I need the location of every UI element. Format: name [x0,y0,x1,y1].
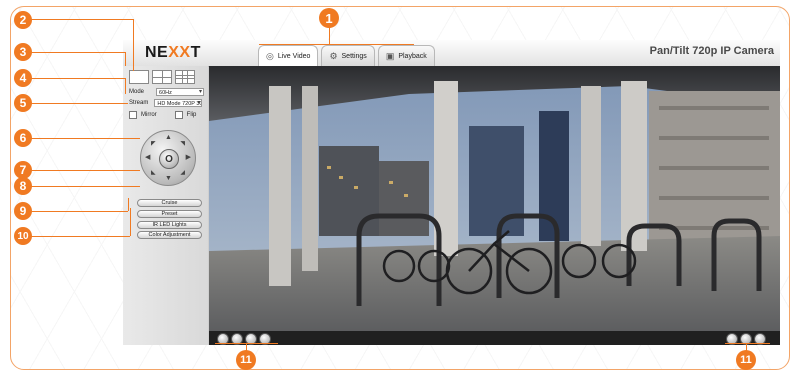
stream-select[interactable]: HD Mode 720P 30 [154,99,203,107]
cruise-button[interactable]: Cruise [137,199,202,207]
callout-line-2-v [133,19,134,71]
flip-checkbox[interactable] [174,111,183,119]
callout-line-3-v [125,52,126,66]
mode-select[interactable]: 60Hz [156,88,205,96]
playback-icon: ▣ [385,50,395,61]
mirror-checkbox[interactable] [129,111,137,119]
callout-5: 5 [14,94,32,112]
tab-settings[interactable]: ⚙ Settings [321,45,375,66]
arrow-down-icon[interactable]: ▼ [165,175,172,182]
video-toolbar [209,331,780,345]
callout-line-8 [25,186,140,187]
live-video-view[interactable] [209,66,780,331]
callout-1: 1 [319,8,339,28]
arrow-left-icon[interactable]: ◀ [145,153,150,161]
ptz-control[interactable]: ▲ ▼ ◀ ▶ ◤ ◥ ◣ ◢ O [140,130,196,186]
arrow-down-right-icon[interactable]: ◢ [180,169,185,176]
callout-line-10-v [130,208,131,236]
callout-11-right: 11 [736,350,756,370]
callout-line-6 [25,138,140,139]
arrow-up-icon[interactable]: ▲ [165,134,172,141]
camera-model-title: Pan/Tilt 720p IP Camera [649,45,774,57]
arrow-up-left-icon[interactable]: ◤ [151,140,156,147]
tab-playback[interactable]: ▣ Playback [377,45,435,66]
mirror-flip-row: Mirror Flip [129,111,196,119]
callout-10: 10 [14,227,32,245]
arrow-up-right-icon[interactable]: ◥ [180,140,185,147]
layout-1-view-button[interactable] [129,70,149,84]
settings-icon: ⚙ [329,50,338,61]
mode-row: Mode 60Hz [129,88,205,96]
callout-line-5 [25,103,128,104]
layout-9-view-button[interactable] [175,70,195,84]
control-panel: Mode 60Hz Stream HD Mode 720P 30 Mirror … [123,66,208,345]
preset-button[interactable]: Preset [137,210,202,218]
arrow-down-left-icon[interactable]: ◣ [151,169,156,176]
callout-6: 6 [14,129,32,147]
callout-line-1-h [259,44,414,45]
callout-line-11b-h [725,343,770,344]
ptz-center-button[interactable]: O [159,149,179,169]
tab-live-video[interactable]: ◎ Live Video [258,45,319,66]
camera-icon: ◎ [266,50,274,61]
callout-line-7 [25,170,140,171]
callout-11-left: 11 [236,350,256,370]
brand-logo: NEXXT [145,44,201,61]
layout-selector [129,70,195,84]
tab-bar: ◎ Live Video ⚙ Settings ▣ Playback [258,45,435,66]
arrow-right-icon[interactable]: ▶ [186,153,191,161]
callout-line-2 [25,19,133,20]
stream-row: Stream HD Mode 720P 30 [129,99,203,107]
layout-4-view-button[interactable] [152,70,172,84]
top-bar: NEXXT ◎ Live Video ⚙ Settings ▣ Playback Pa… [123,40,780,67]
callout-8: 8 [14,177,32,195]
callout-4: 4 [14,69,32,87]
callout-line-1 [329,27,330,44]
camera-scene-image [209,66,780,331]
ir-led-button[interactable]: IR LED Lights [137,221,202,229]
callout-line-4-v [125,78,126,94]
callout-line-4 [25,78,125,79]
camera-window: NEXXT ◎ Live Video ⚙ Settings ▣ Playback Pa… [123,40,780,345]
callout-line-9 [25,211,128,212]
callout-line-3 [25,52,125,53]
callout-line-9-v [128,198,129,211]
callout-3: 3 [14,43,32,61]
callout-2: 2 [14,11,32,29]
callout-line-10 [25,236,130,237]
color-adjustment-button[interactable]: Color Adjustment [137,231,202,239]
callout-9: 9 [14,202,32,220]
